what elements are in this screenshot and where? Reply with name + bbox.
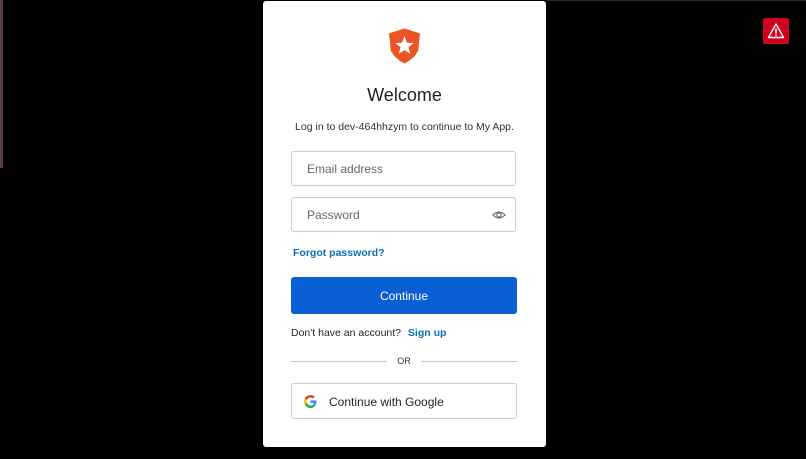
brand-logo-icon [388, 28, 421, 64]
signup-row: Don't have an account? Sign up [291, 327, 446, 339]
forgot-password-link[interactable]: Forgot password? [293, 247, 385, 259]
google-g-icon [304, 395, 317, 408]
continue-button[interactable]: Continue [291, 277, 517, 314]
email-field[interactable] [291, 151, 516, 186]
warning-triangle-icon [767, 23, 785, 39]
alert-badge[interactable] [763, 18, 789, 44]
google-button-label: Continue with Google [329, 395, 444, 409]
google-login-button[interactable]: Continue with Google [291, 383, 517, 419]
window-edge-top [546, 0, 806, 1]
password-input[interactable] [292, 198, 487, 231]
signup-link[interactable]: Sign up [408, 327, 447, 339]
divider-line-right [421, 361, 517, 362]
window-edge [0, 0, 3, 168]
page-backdrop: Welcome Log in to dev-464hhzym to contin… [0, 0, 806, 459]
eye-icon[interactable] [492, 208, 506, 222]
login-card: Welcome Log in to dev-464hhzym to contin… [263, 1, 546, 447]
page-title: Welcome [367, 85, 442, 105]
email-input[interactable] [292, 152, 487, 185]
password-field[interactable] [291, 197, 516, 232]
no-account-text: Don't have an account? [291, 327, 401, 339]
or-divider: OR [291, 356, 517, 368]
login-subtitle: Log in to dev-464hhzym to continue to My… [295, 121, 514, 133]
